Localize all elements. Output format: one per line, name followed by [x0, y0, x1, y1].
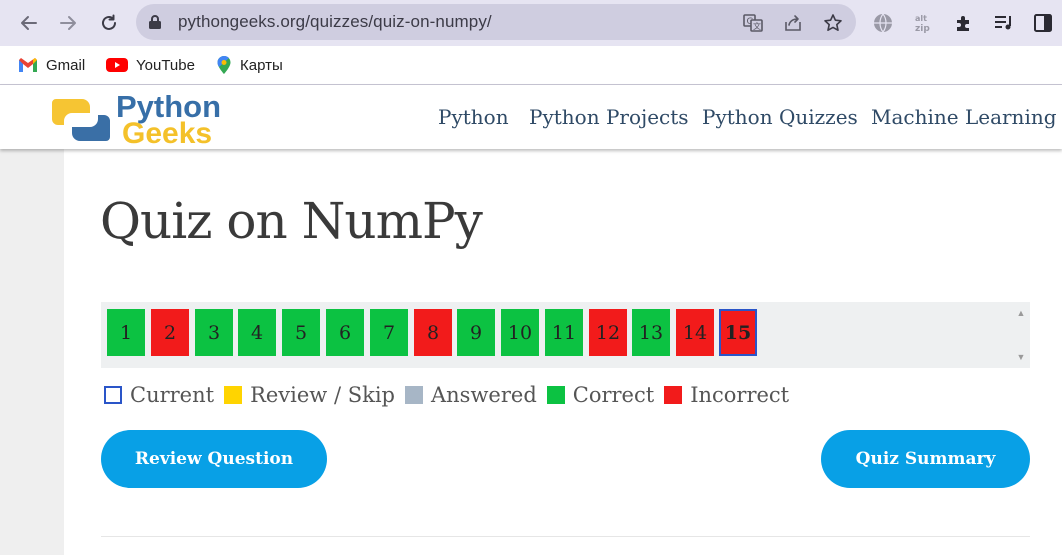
share-icon[interactable] [782, 12, 804, 34]
question-box-4[interactable]: 4 [238, 309, 276, 356]
zip-extension-icon[interactable]: alt zip [912, 11, 936, 35]
question-box-7[interactable]: 7 [370, 309, 408, 356]
question-box-8[interactable]: 8 [414, 309, 452, 356]
nav-link-python-quizzes[interactable]: Python Quizzes [702, 105, 858, 129]
content-divider [101, 536, 1030, 537]
gmail-icon [18, 57, 38, 73]
legend-swatch-answered [404, 386, 423, 404]
url-text[interactable]: pythongeeks.org/quizzes/quiz-on-numpy/ [178, 12, 492, 32]
maps-icon [216, 55, 232, 75]
status-legend: Current Review / Skip Answered Correct I… [104, 380, 799, 410]
scroll-down-arrow-icon[interactable]: ▼ [1016, 352, 1026, 362]
forward-icon[interactable] [53, 8, 83, 38]
back-icon[interactable] [14, 8, 44, 38]
question-box-14[interactable]: 14 [676, 309, 714, 356]
question-navigator: 1 2 3 4 5 6 7 8 9 10 11 12 13 14 15 ▲ ▼ [101, 302, 1030, 368]
nav-link-python[interactable]: Python [438, 105, 509, 129]
question-box-2[interactable]: 2 [151, 309, 189, 356]
lock-icon[interactable] [148, 14, 162, 35]
legend-label-correct: Correct [572, 383, 655, 407]
question-box-3[interactable]: 3 [195, 309, 233, 356]
legend-swatch-correct [546, 386, 565, 404]
media-playlist-icon[interactable] [992, 11, 1016, 35]
bookmark-label: YouTube [136, 56, 195, 74]
question-box-6[interactable]: 6 [326, 309, 364, 356]
youtube-icon [106, 57, 128, 73]
browser-toolbar: pythongeeks.org/quizzes/quiz-on-numpy/ G… [0, 0, 1062, 46]
question-box-5[interactable]: 5 [282, 309, 320, 356]
logo-word-geeks: Geeks [122, 117, 213, 150]
review-question-button[interactable]: Review Question [101, 430, 327, 488]
reload-icon[interactable] [94, 8, 124, 38]
nav-link-python-projects[interactable]: Python Projects [529, 105, 689, 129]
legend-swatch-incorrect [664, 386, 683, 404]
bookmark-youtube[interactable]: YouTube [106, 54, 195, 76]
scroll-up-arrow-icon[interactable]: ▲ [1016, 308, 1026, 318]
question-box-9[interactable]: 9 [457, 309, 495, 356]
translate-icon[interactable]: G文 [742, 12, 764, 34]
legend-label-incorrect: Incorrect [690, 383, 790, 407]
legend-swatch-current [104, 386, 122, 404]
question-box-13[interactable]: 13 [632, 309, 670, 356]
question-box-15[interactable]: 15 [719, 309, 757, 356]
legend-label-review: Review / Skip [250, 383, 395, 407]
page-title: Quiz on NumPy [100, 192, 483, 250]
bookmark-maps[interactable]: Карты [216, 54, 283, 76]
bookmark-gmail[interactable]: Gmail [18, 54, 85, 76]
question-box-12[interactable]: 12 [589, 309, 627, 356]
site-logo[interactable]: Python Geeks [50, 89, 230, 150]
nav-link-machine-learning[interactable]: Machine Learning [871, 105, 1057, 129]
question-box-1[interactable]: 1 [107, 309, 145, 356]
left-gutter [0, 149, 64, 555]
bookmark-label: Карты [240, 56, 283, 74]
star-icon[interactable] [822, 12, 844, 34]
python-logo-icon [52, 99, 110, 141]
address-bar[interactable]: pythongeeks.org/quizzes/quiz-on-numpy/ G… [136, 4, 856, 40]
svg-text:alt: alt [915, 14, 927, 23]
extensions-puzzle-icon[interactable] [952, 11, 976, 35]
svg-text:文: 文 [753, 21, 761, 31]
bookmarks-bar: Gmail YouTube Карты [0, 46, 1062, 85]
question-box-10[interactable]: 10 [501, 309, 539, 356]
side-panel-icon[interactable] [1031, 11, 1055, 35]
site-header: Python Geeks Python Python Projects Pyth… [0, 85, 1062, 150]
bookmark-label: Gmail [46, 56, 86, 74]
globe-extension-icon[interactable] [871, 11, 895, 35]
quiz-summary-button[interactable]: Quiz Summary [821, 430, 1030, 488]
legend-label-answered: Answered [430, 383, 537, 407]
question-box-11[interactable]: 11 [545, 309, 583, 356]
legend-label-current: Current [130, 383, 215, 407]
svg-text:zip: zip [915, 24, 930, 34]
legend-swatch-review [224, 386, 243, 404]
